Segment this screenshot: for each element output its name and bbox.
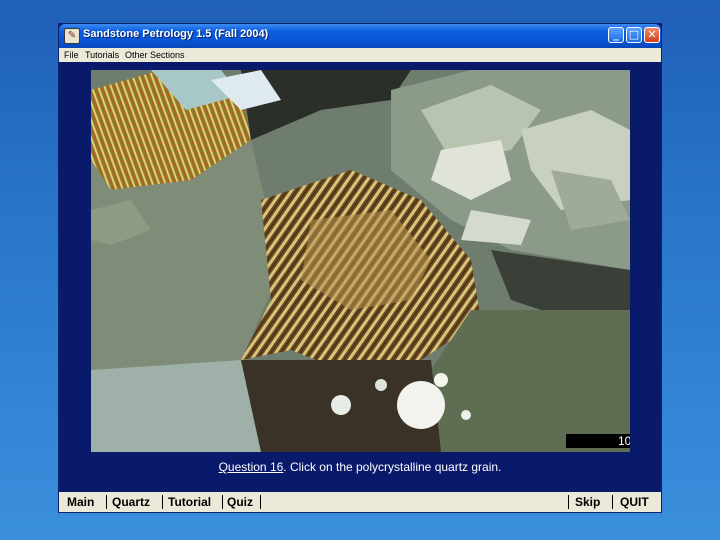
question-prompt: Question 16. Click on the polycrystallin… <box>59 460 661 474</box>
nav-separator <box>162 495 163 509</box>
scale-bar-label: 100 um <box>566 434 630 448</box>
nav-tutorial-button[interactable]: Tutorial <box>168 492 211 512</box>
maximize-button[interactable]: □ <box>626 27 642 43</box>
nav-quiz-button[interactable]: Quiz <box>227 492 253 512</box>
question-number: Question 16 <box>218 460 284 474</box>
nav-separator <box>222 495 223 509</box>
close-button[interactable]: ✕ <box>644 27 660 43</box>
main-content: 100 um Question 16. Click on the polycry… <box>59 62 661 492</box>
menu-other-sections[interactable]: Other Sections <box>124 48 186 62</box>
nav-separator <box>260 495 261 509</box>
thin-section-photomicrograph <box>91 70 630 452</box>
nav-separator <box>612 495 613 509</box>
minimize-button[interactable]: _ <box>608 27 624 43</box>
nav-separator <box>106 495 107 509</box>
menu-bar: File Tutorials Other Sections <box>59 48 661 62</box>
bottom-nav-bar: Main Quartz Tutorial Quiz Skip QUIT <box>59 492 661 512</box>
menu-file[interactable]: File <box>63 48 80 62</box>
nav-separator <box>568 495 569 509</box>
menu-tutorials[interactable]: Tutorials <box>84 48 120 62</box>
title-bar[interactable]: ✎ Sandstone Petrology 1.5 (Fall 2004) _ … <box>59 24 661 48</box>
question-text: . Click on the polycrystalline quartz gr… <box>283 460 502 474</box>
nav-quartz-button[interactable]: Quartz <box>112 492 150 512</box>
nav-skip-button[interactable]: Skip <box>575 492 600 512</box>
window-title: Sandstone Petrology 1.5 (Fall 2004) <box>83 28 269 40</box>
nav-main-button[interactable]: Main <box>67 492 94 512</box>
app-icon[interactable]: ✎ <box>64 28 80 44</box>
app-window: ✎ Sandstone Petrology 1.5 (Fall 2004) _ … <box>58 23 662 513</box>
micrograph-image[interactable]: 100 um <box>91 70 630 452</box>
nav-quit-button[interactable]: QUIT <box>620 492 649 512</box>
